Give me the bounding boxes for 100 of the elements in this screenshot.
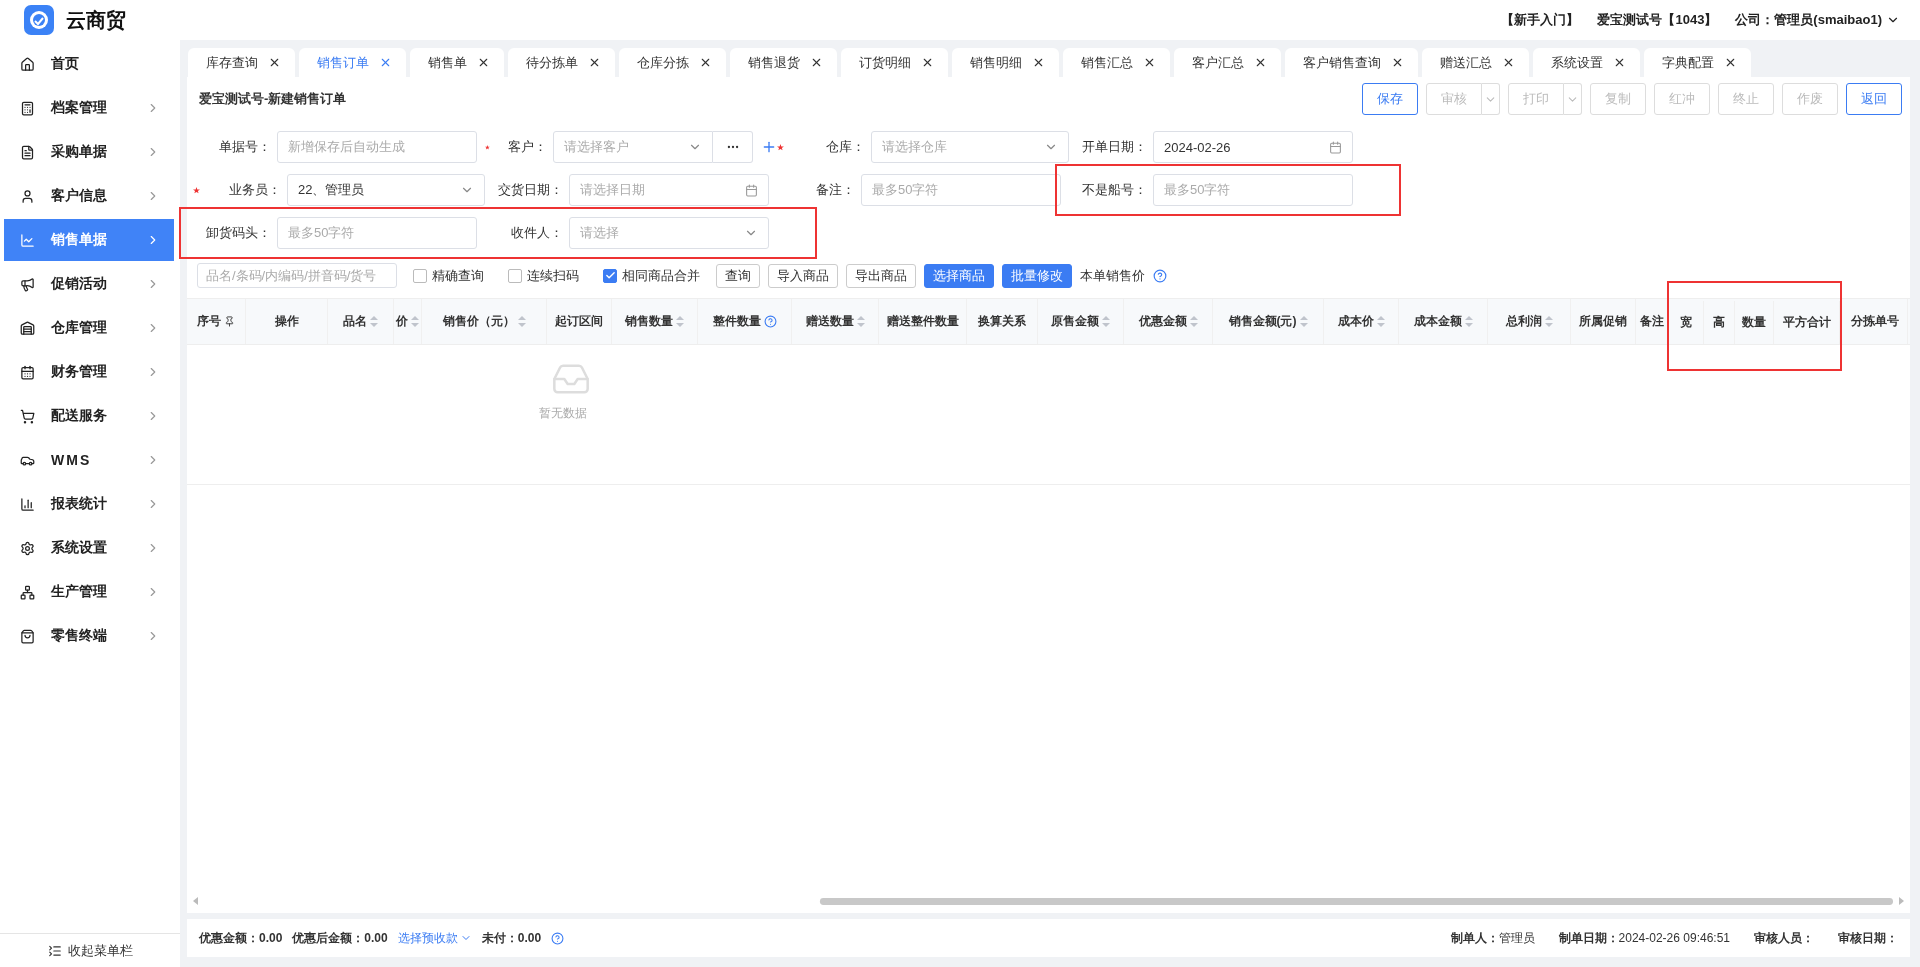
checkbox[interactable]: 连续扫码 bbox=[508, 266, 579, 285]
checkbox-box[interactable] bbox=[413, 268, 427, 283]
horizontal-scrollbar[interactable] bbox=[191, 895, 1906, 907]
sidebar-item[interactable]: 首页 bbox=[4, 43, 174, 85]
close-icon[interactable] bbox=[921, 56, 934, 69]
close-icon[interactable] bbox=[588, 56, 601, 69]
toolbar-button[interactable]: 导出商品 bbox=[846, 263, 916, 288]
calendar-icon bbox=[20, 364, 35, 380]
close-icon[interactable] bbox=[268, 56, 281, 69]
date-field[interactable]: 2024-02-26 bbox=[1153, 131, 1353, 163]
checkbox[interactable]: 相同商品合并 bbox=[603, 266, 700, 285]
network-icon bbox=[20, 584, 35, 600]
tab[interactable]: 字典配置 bbox=[1644, 48, 1751, 77]
select-field[interactable]: 22、管理员 bbox=[287, 174, 485, 206]
tab[interactable]: 销售订单 bbox=[299, 48, 406, 77]
sidebar-label: 系统设置 bbox=[51, 539, 108, 557]
close-icon[interactable] bbox=[1391, 56, 1404, 69]
app-name: 云商贸 bbox=[66, 7, 126, 33]
checkbox-box[interactable] bbox=[508, 268, 522, 283]
calculator-icon bbox=[20, 100, 35, 116]
help-icon[interactable] bbox=[1153, 268, 1167, 283]
tab[interactable]: 客户汇总 bbox=[1174, 48, 1281, 77]
sidebar-item[interactable]: 客户信息 bbox=[4, 175, 174, 217]
column-header: 所属促销 bbox=[1571, 299, 1636, 344]
sidebar-item[interactable]: WMS bbox=[4, 439, 174, 481]
sidebar-label: 仓库管理 bbox=[51, 319, 108, 337]
help-icon[interactable] bbox=[551, 931, 565, 945]
close-icon[interactable] bbox=[1613, 56, 1626, 69]
close-icon[interactable] bbox=[1724, 56, 1737, 69]
sidebar-item[interactable]: 仓库管理 bbox=[4, 307, 174, 349]
toolbar-button[interactable]: 批量修改 bbox=[1002, 263, 1072, 288]
column-header: 高 bbox=[1704, 301, 1735, 344]
sidebar-item[interactable]: 报表统计 bbox=[4, 483, 174, 525]
summary-stat: 优惠金额：0.00 bbox=[199, 929, 283, 947]
close-icon[interactable] bbox=[810, 56, 823, 69]
checkbox-box[interactable] bbox=[603, 268, 617, 283]
header-link[interactable]: 爱宝测试号【1043】 bbox=[1597, 11, 1718, 29]
prepayment-link[interactable]: 选择预收款 bbox=[397, 929, 472, 947]
close-icon[interactable] bbox=[1032, 56, 1045, 69]
column-header: 成本价 bbox=[1324, 299, 1399, 344]
toolbar-button[interactable]: 选择商品 bbox=[924, 263, 994, 288]
sidebar-item[interactable]: 财务管理 bbox=[4, 351, 174, 393]
column-header: 赠送数量 bbox=[792, 299, 879, 344]
tab[interactable]: 库存查询 bbox=[188, 48, 295, 77]
sidebar-label: 销售单据 bbox=[51, 231, 108, 249]
sidebar-item[interactable]: 销售单据 bbox=[4, 219, 174, 261]
column-header: 整件数量 bbox=[698, 299, 792, 344]
sidebar-item[interactable]: 生产管理 bbox=[4, 571, 174, 613]
tab[interactable]: 赠送汇总 bbox=[1422, 48, 1529, 77]
sidebar-label: WMS bbox=[51, 452, 93, 468]
close-icon[interactable] bbox=[1254, 56, 1267, 69]
tab[interactable]: 销售退货 bbox=[730, 48, 837, 77]
megaphone-icon bbox=[20, 276, 35, 292]
sidebar-label: 客户信息 bbox=[51, 187, 108, 205]
pin-icon[interactable] bbox=[224, 316, 235, 327]
sidebar-item[interactable]: 系统设置 bbox=[4, 527, 174, 569]
sidebar-label: 配送服务 bbox=[51, 407, 108, 425]
tab[interactable]: 订货明细 bbox=[841, 48, 948, 77]
toolbar-button[interactable]: 导入商品 bbox=[768, 263, 838, 288]
calendar-icon bbox=[1329, 140, 1342, 154]
tab[interactable]: 客户销售查询 bbox=[1285, 48, 1418, 77]
field-label: 单据号： bbox=[218, 138, 272, 156]
sidebar-item[interactable]: 档案管理 bbox=[4, 87, 174, 129]
close-icon[interactable] bbox=[1502, 56, 1515, 69]
sidebar-label: 首页 bbox=[51, 55, 80, 73]
document-meta: 制单日期：2024-02-26 09:46:51 bbox=[1558, 929, 1730, 947]
sidebar-label: 生产管理 bbox=[51, 583, 108, 601]
column-header: 总利润 bbox=[1488, 299, 1571, 344]
tab[interactable]: 系统设置 bbox=[1533, 48, 1640, 77]
checkbox[interactable]: 精确查询 bbox=[413, 266, 484, 285]
house-icon bbox=[20, 320, 35, 336]
document-meta: 审核日期： bbox=[1838, 929, 1898, 947]
tab[interactable]: 销售单 bbox=[410, 48, 504, 77]
account-menu[interactable]: 公司：管理员(smaibao1) bbox=[1735, 11, 1900, 29]
settings-icon bbox=[20, 540, 35, 556]
close-icon[interactable] bbox=[477, 56, 490, 69]
bag-icon bbox=[20, 628, 35, 644]
column-header: 品名 bbox=[328, 299, 394, 344]
sidebar-item[interactable]: 采购单据 bbox=[4, 131, 174, 173]
close-icon[interactable] bbox=[1143, 56, 1156, 69]
tab[interactable]: 销售汇总 bbox=[1063, 48, 1170, 77]
toolbar-button[interactable]: 查询 bbox=[716, 263, 760, 288]
sidebar-label: 采购单据 bbox=[51, 143, 108, 161]
sidebar-item[interactable]: 零售终端 bbox=[4, 615, 174, 657]
tab[interactable]: 销售明细 bbox=[952, 48, 1059, 77]
column-header: 成本金额 bbox=[1399, 299, 1488, 344]
tab[interactable]: 仓库分拣 bbox=[619, 48, 726, 77]
header-link[interactable]: 【新手入门】 bbox=[1501, 11, 1580, 29]
column-header: 换算关系 bbox=[967, 299, 1038, 344]
add-icon[interactable] bbox=[761, 139, 777, 155]
required-icon bbox=[777, 143, 784, 151]
help-icon[interactable] bbox=[763, 315, 777, 328]
sidebar-item[interactable]: 配送服务 bbox=[4, 395, 174, 437]
column-header: 销售价（元） bbox=[422, 299, 547, 344]
sidebar-item[interactable]: 促销活动 bbox=[4, 263, 174, 305]
action-button[interactable]: 返回 bbox=[1846, 83, 1902, 115]
page-title: 爱宝测试号-新建销售订单 bbox=[199, 90, 348, 108]
tab[interactable]: 待分拣单 bbox=[508, 48, 615, 77]
close-icon[interactable] bbox=[699, 56, 712, 69]
action-button[interactable]: 保存 bbox=[1362, 83, 1418, 115]
